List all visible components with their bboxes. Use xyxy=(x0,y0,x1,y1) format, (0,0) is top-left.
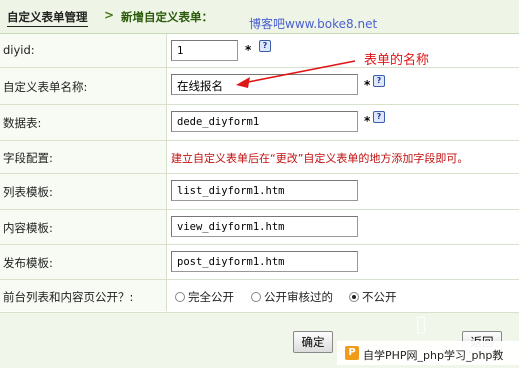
form-page: 自定义表单管理 > 新增自定义表单： 博客吧www.boke8.net diyi… xyxy=(0,0,519,368)
annotation-arrow-icon xyxy=(236,60,356,88)
annotation-text: 表单的名称 xyxy=(364,53,430,68)
